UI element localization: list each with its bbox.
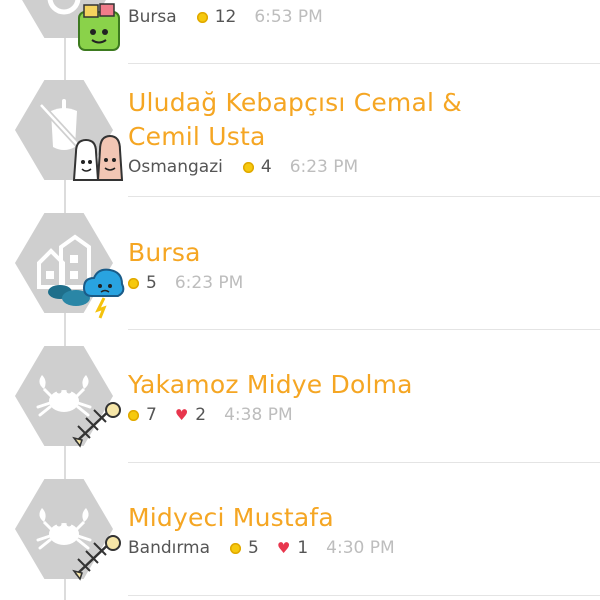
divider [128,462,600,463]
venue-title-line2: Cemil Usta [128,122,266,151]
checkin-time: 4:38 PM [224,405,293,425]
checkin-row-3[interactable]: Yakamoz Midye Dolma 7 ♥ 2 4:38 PM [128,368,590,428]
heart-icon: ♥ [174,406,189,424]
coin-icon [128,277,139,289]
checkin-row-1[interactable]: Uludağ Kebapçısı Cemal & Cemil Usta Osma… [128,86,590,180]
checkin-meta: Osmangazi 4 6:23 PM [128,154,590,180]
coin-count: 7 [146,405,157,425]
checkin-row-0[interactable]: Bursa 12 6:53 PM [128,4,590,30]
place-name: Osmangazi [128,157,223,177]
salt-pepper-shakers-sticker [68,130,128,190]
coin-icon [230,542,242,554]
heart-icon: ♥ [276,539,291,557]
fish-bone-sticker [72,402,122,452]
checkin-meta: Bandırma 5 ♥ 1 4:30 PM [128,535,590,561]
venue-title: Bursa [128,238,201,267]
checkin-time: 6:23 PM [174,273,244,293]
checkin-time: 6:23 PM [289,157,359,177]
coin-count: 12 [214,7,237,27]
like-count: 1 [297,538,309,558]
checkin-meta: Bursa 12 6:53 PM [128,4,590,30]
coin-icon [242,161,254,173]
divider [128,595,600,596]
divider [128,196,600,197]
venue-title-line1: Uludağ Kebapçısı Cemal & [128,88,462,117]
venue-title: Midyeci Mustafa [128,503,334,532]
place-name: Bursa [128,7,177,27]
coin-icon [128,409,139,421]
green-bag-sticker [76,2,122,56]
coin-count: 5 [146,273,157,293]
venue-title: Yakamoz Midye Dolma [128,370,413,399]
checkin-meta: 7 ♥ 2 4:38 PM [128,402,590,428]
coin-count: 5 [248,538,259,558]
divider [128,63,600,64]
checkin-time: 6:53 PM [254,7,323,27]
coin-count: 4 [260,157,272,177]
checkin-time: 4:30 PM [326,538,395,558]
checkin-meta: 5 6:23 PM [128,270,590,296]
place-name: Bandırma [128,538,211,558]
fish-bone-sticker [72,535,122,585]
divider [128,329,600,330]
coin-icon [196,11,208,23]
storm-cloud-sticker [48,262,126,324]
checkin-row-4[interactable]: Midyeci Mustafa Bandırma 5 ♥ 1 4:30 PM [128,501,590,561]
like-count: 2 [195,405,207,425]
checkin-row-2[interactable]: Bursa 5 6:23 PM [128,236,590,296]
